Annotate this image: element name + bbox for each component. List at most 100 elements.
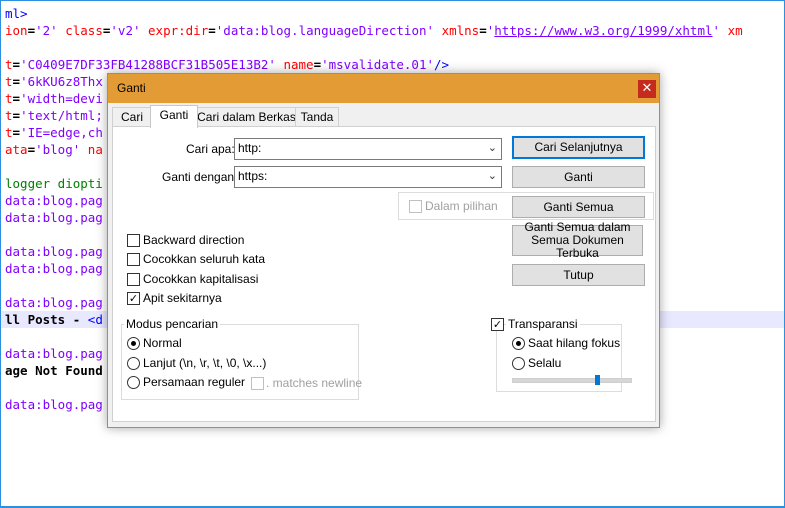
code-token: = <box>208 23 216 38</box>
code-token: ' <box>712 23 721 38</box>
code-token: '6kKU6z8Thx <box>20 74 103 89</box>
replace-dialog: Ganti ✕ Cari Ganti Cari dalam Berkas Tan… <box>107 73 660 428</box>
code-token: xm <box>727 23 743 38</box>
code-token: https://www.w3.org/1999/xhtml <box>494 23 713 38</box>
replace-all-button[interactable]: Ganti Semua <box>512 196 645 218</box>
tab-find[interactable]: Cari <box>112 107 152 127</box>
always-label: Selalu <box>528 356 562 370</box>
code-line[interactable]: t='C0409E7DF33FB41288BCF31B505E13B2' nam… <box>5 56 449 73</box>
code-line[interactable]: ion='2' class='v2' expr:dir='data:blog.l… <box>5 22 743 39</box>
code-token: 'width=devi <box>20 91 103 106</box>
replace-panel: Cari apa: ⌄ Ganti dengan: ⌄ Dalam piliha… <box>112 126 656 422</box>
backward-direction-label: Backward direction <box>143 233 245 247</box>
code-token: ml> <box>5 6 28 21</box>
code-line[interactable]: data:blog.pag <box>5 209 103 226</box>
code-token: 'text/html; <box>20 108 103 123</box>
code-line[interactable]: data:blog.pag <box>5 294 103 311</box>
code-token: ata <box>5 142 28 157</box>
code-token: t <box>5 91 13 106</box>
code-line[interactable]: age Not Found <box>5 362 103 379</box>
match-case-label: Cocokkan kapitalisasi <box>143 272 259 286</box>
transparency-slider[interactable] <box>512 378 632 383</box>
code-token: data:blog.pag <box>5 210 103 225</box>
code-token: xmlns <box>441 23 480 38</box>
code-line[interactable]: data:blog.pag <box>5 260 103 277</box>
matches-newline-label: . matches newline <box>266 376 363 390</box>
dialog-title: Ganti <box>117 81 146 95</box>
in-selection-checkbox[interactable] <box>409 200 422 213</box>
tab-replace[interactable]: Ganti <box>150 105 198 128</box>
find-combobox[interactable]: ⌄ <box>234 138 502 160</box>
close-icon[interactable]: ✕ <box>638 80 656 98</box>
chevron-down-icon[interactable]: ⌄ <box>488 141 497 154</box>
code-token: t <box>5 125 13 140</box>
match-whole-word-checkbox[interactable] <box>127 253 140 266</box>
transparency-label: Transparansi <box>506 317 580 331</box>
code-token: data:blog.pag <box>5 397 103 412</box>
code-line[interactable]: ata='blog' na <box>5 141 103 158</box>
code-token: 'data:blog.languageDirection' <box>215 23 435 38</box>
on-losing-focus-radio[interactable] <box>512 337 525 350</box>
find-next-button[interactable]: Cari Selanjutnya <box>512 136 645 159</box>
replace-input[interactable] <box>238 168 478 184</box>
on-losing-focus-label: Saat hilang fokus <box>528 336 621 350</box>
extended-mode-radio[interactable] <box>127 357 140 370</box>
code-token: 'IE=edge,ch <box>20 125 103 140</box>
normal-mode-radio[interactable] <box>127 337 140 350</box>
regex-mode-label: Persamaan reguler <box>143 375 246 389</box>
code-line[interactable]: t='text/html; <box>5 107 103 124</box>
code-token: t <box>5 74 13 89</box>
code-line[interactable]: data:blog.pag <box>5 396 103 413</box>
chevron-down-icon[interactable]: ⌄ <box>488 169 497 182</box>
backward-direction-checkbox[interactable] <box>127 234 140 247</box>
transparency-slider-thumb[interactable] <box>594 375 600 385</box>
code-line[interactable]: data:blog.pag <box>5 345 103 362</box>
match-case-checkbox[interactable] <box>127 273 140 286</box>
code-token: = <box>479 23 487 38</box>
code-token: '2' <box>35 23 58 38</box>
extended-mode-label: Lanjut (\n, \r, \t, \0, \x...) <box>143 356 267 370</box>
tab-find-in-files[interactable]: Cari dalam Berkas <box>196 107 297 127</box>
matches-newline-checkbox[interactable] <box>251 377 264 390</box>
code-line[interactable]: data:blog.pag <box>5 243 103 260</box>
code-token: data:blog.pag <box>5 244 103 259</box>
code-line[interactable]: t='IE=edge,ch <box>5 124 103 141</box>
code-token: = <box>12 108 21 123</box>
code-line[interactable]: t='6kKU6z8Thx <box>5 73 103 90</box>
code-token: 'C0409E7DF33FB41288BCF31B505E13B2' <box>20 57 276 72</box>
search-mode-title: Modus pencarian <box>124 317 221 331</box>
replace-combobox[interactable]: ⌄ <box>234 166 502 188</box>
find-label: Cari apa: <box>186 142 235 156</box>
code-token: = <box>27 142 36 157</box>
code-token: <d <box>87 312 103 327</box>
code-token: = <box>12 57 21 72</box>
replace-button[interactable]: Ganti <box>512 166 645 188</box>
wrap-around-checkbox[interactable]: ✓ <box>127 292 140 305</box>
replace-all-open-docs-button[interactable]: Ganti Semua dalam Semua Dokumen Terbuka <box>512 221 643 260</box>
code-token: 'blog' <box>35 142 81 157</box>
code-token: na <box>87 142 103 157</box>
code-token: = <box>12 91 21 106</box>
regex-mode-radio[interactable] <box>127 376 140 389</box>
in-selection-label: Dalam pilihan <box>425 199 498 213</box>
find-input[interactable] <box>238 140 478 156</box>
code-token: name <box>283 57 314 72</box>
dialog-titlebar[interactable]: Ganti ✕ <box>108 74 659 103</box>
code-token: data:blog.pag <box>5 261 103 276</box>
code-token: data:blog.pag <box>5 346 103 361</box>
close-button[interactable]: Tutup <box>512 264 645 286</box>
code-token: ion <box>5 23 28 38</box>
code-token: = <box>12 125 21 140</box>
code-line[interactable]: logger diopti <box>5 175 103 192</box>
code-token: logger diopti <box>5 176 103 191</box>
code-token: = <box>313 57 322 72</box>
code-line[interactable]: ml> <box>5 5 28 22</box>
tab-mark[interactable]: Tanda <box>295 107 339 127</box>
always-radio[interactable] <box>512 357 525 370</box>
normal-mode-label: Normal <box>143 336 182 350</box>
transparency-checkbox[interactable]: ✓ <box>491 318 504 331</box>
code-token: 'v2' <box>110 23 141 38</box>
